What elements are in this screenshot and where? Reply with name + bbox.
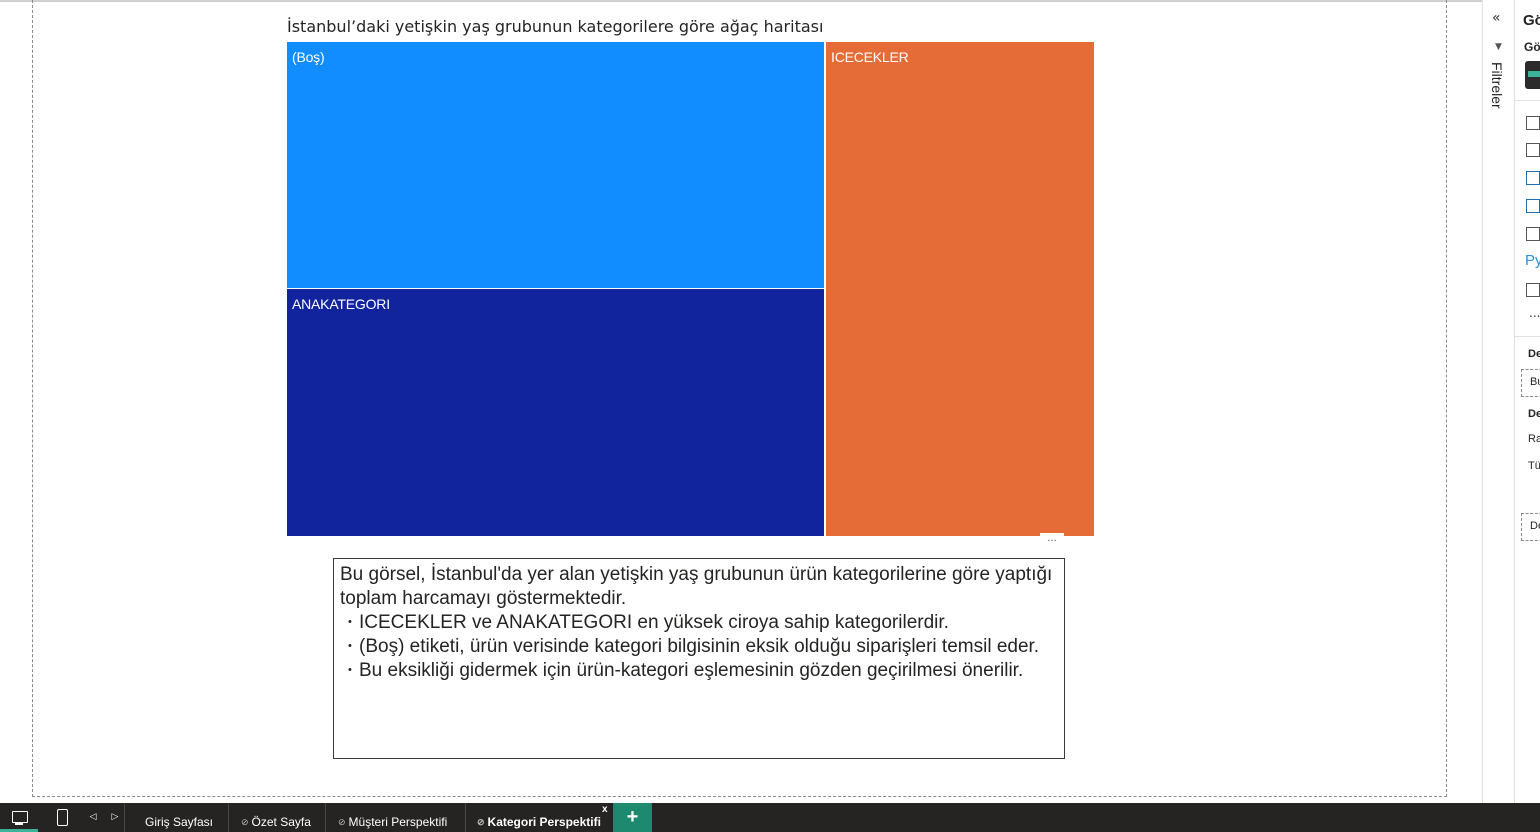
add-page-button[interactable]: + xyxy=(613,803,652,832)
tab-label: Müşteri Perspektifi xyxy=(348,815,448,829)
viz-divider xyxy=(1515,100,1540,101)
filters-pane-label[interactable]: Filtreler xyxy=(1489,62,1505,109)
narrative-textbox[interactable]: Bu görsel, İstanbul'da yer alan yetişkin… xyxy=(333,558,1065,759)
more-visuals-icon[interactable]: ... xyxy=(1529,306,1540,320)
treemap-chart[interactable]: (Boş) ANAKATEGORI ICECEKLER xyxy=(287,42,1094,536)
visual-title: İstanbul’daki yetişkin yaş grubunun kate… xyxy=(287,17,824,36)
filters-pane-collapsed[interactable]: « ▼ Filtreler xyxy=(1482,0,1514,803)
textbox-bullet: Bu eksikliği gidermek için ürün-kategori… xyxy=(340,658,1058,683)
field-well-label: De xyxy=(1528,408,1540,420)
field-well-label: Tü xyxy=(1528,460,1540,472)
textbox-bullet: ICECEKLER ve ANAKATEGORI en yüksek ciroy… xyxy=(340,610,1058,635)
tab-ozet-sayfa[interactable]: ⊘ Özet Sayfa xyxy=(241,803,311,832)
textbox-bullet: (Boş) etiketi, ürün verisinde kategori b… xyxy=(340,634,1058,659)
viz-divider xyxy=(1515,336,1540,337)
close-tab-icon[interactable]: x xyxy=(602,804,608,815)
more-options-icon[interactable]: ··· xyxy=(1040,533,1064,551)
visualizations-pane: Gö Gö Py ... De Bu De Ra Tü De xyxy=(1514,0,1540,803)
desktop-layout-icon[interactable] xyxy=(0,803,38,832)
table-visual-icon[interactable] xyxy=(1526,116,1540,130)
field-well-label: Ra xyxy=(1528,433,1540,445)
tab-divider xyxy=(325,803,326,832)
matrix-visual-icon[interactable] xyxy=(1526,199,1540,213)
tab-label: Özet Sayfa xyxy=(251,815,311,829)
tile-label-bos: (Boş) xyxy=(292,49,325,65)
page-navigation-bar: ◁ ▷ Giriş Sayfası ⊘ Özet Sayfa ⊘ Müşteri P… xyxy=(0,803,1540,832)
line-chart-icon[interactable] xyxy=(1526,143,1540,157)
tab-musteri-perspektifi[interactable]: ⊘ Müşteri Perspektifi xyxy=(338,803,447,832)
tile-label-icecekler: ICECEKLER xyxy=(831,49,909,65)
tile-separator-horizontal xyxy=(287,288,824,289)
paginated-visual-icon[interactable] xyxy=(1526,283,1540,297)
tab-giris-sayfasi[interactable]: Giriş Sayfası xyxy=(145,803,213,832)
tile-label-anakategori: ANAKATEGORI xyxy=(292,296,390,312)
tab-label: Kategori Perspektifi xyxy=(487,815,601,829)
report-canvas-root: İstanbul’daki yetişkin yaş grubunun kate… xyxy=(0,0,1540,832)
hidden-page-icon: ⊘ xyxy=(477,817,485,827)
viz-pane-title: Gö xyxy=(1523,12,1540,29)
map-visual-icon[interactable] xyxy=(1526,171,1540,185)
hidden-page-icon: ⊘ xyxy=(241,817,249,827)
field-well-drop[interactable]: De xyxy=(1521,513,1540,541)
mobile-layout-icon[interactable] xyxy=(48,803,76,832)
field-well-label: De xyxy=(1528,348,1540,360)
tile-separator-vertical xyxy=(824,42,826,536)
previous-page-icon[interactable]: ◁ xyxy=(86,803,100,832)
viz-pane-subtitle: Gö xyxy=(1524,40,1540,54)
filter-icon: ▼ xyxy=(1495,42,1502,52)
tab-divider xyxy=(465,803,466,832)
tab-divider xyxy=(228,803,229,832)
python-visual-icon[interactable]: Py xyxy=(1525,252,1540,269)
treemap-tile-icecekler[interactable]: ICECEKLER xyxy=(826,42,1094,536)
tab-divider xyxy=(124,803,125,832)
field-well-drop[interactable]: Bu xyxy=(1521,369,1540,397)
next-page-icon[interactable]: ▷ xyxy=(108,803,122,832)
treemap-tile-bos[interactable]: (Boş) xyxy=(287,42,824,288)
card-visual-icon[interactable] xyxy=(1526,227,1540,241)
tab-kategori-perspektifi[interactable]: ⊘ Kategori Perspektifi xyxy=(477,803,601,832)
hidden-page-icon: ⊘ xyxy=(338,817,346,827)
textbox-intro: Bu görsel, İstanbul'da yer alan yetişkin… xyxy=(340,564,1053,609)
expand-chevron-icon[interactable]: « xyxy=(1492,10,1501,26)
tab-label: Giriş Sayfası xyxy=(145,815,214,829)
treemap-tile-anakategori[interactable]: ANAKATEGORI xyxy=(287,289,824,536)
build-visual-icon[interactable] xyxy=(1525,61,1540,89)
